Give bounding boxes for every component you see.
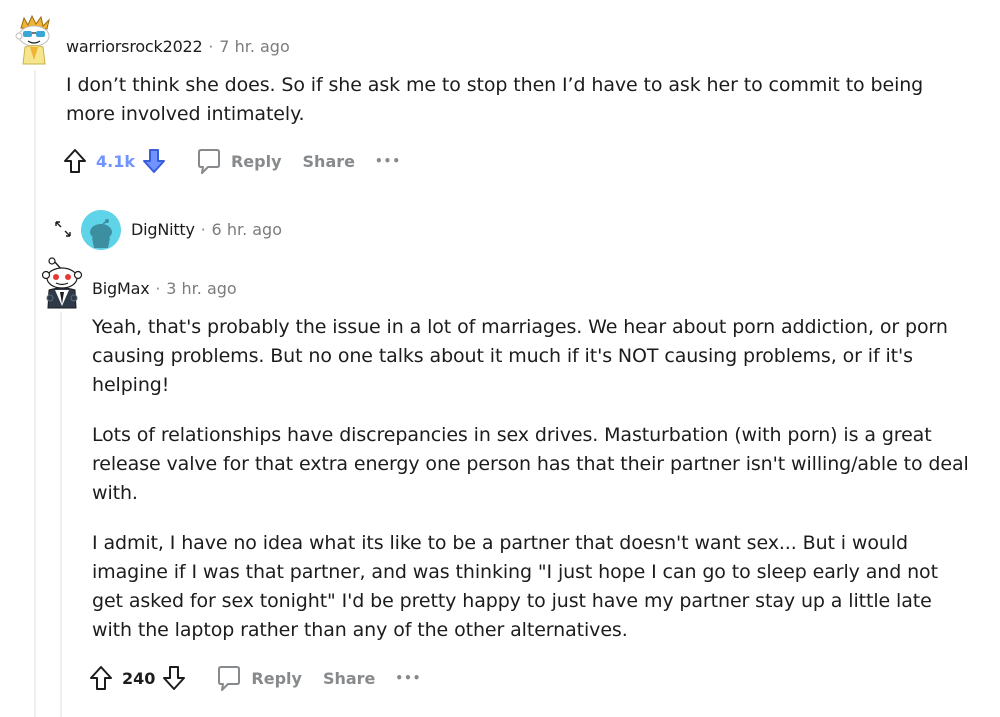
snoo-avatar-icon	[41, 257, 83, 309]
more-options-icon[interactable]: •••	[395, 671, 421, 685]
comment-actions: 4.1k Reply Share •••	[62, 146, 401, 176]
snoo-avatar-icon	[15, 14, 50, 65]
comment-bubble-icon	[218, 666, 241, 691]
avatar[interactable]	[40, 256, 84, 310]
downvote-button[interactable]	[161, 664, 187, 692]
reply-button[interactable]: Reply	[195, 147, 282, 175]
comment-paragraph: I don’t think she does. So if she ask me…	[66, 74, 924, 125]
upvote-button[interactable]	[88, 664, 114, 692]
comment-paragraph: Yeah, that's probably the issue in a lot…	[92, 316, 948, 396]
expand-thread-button[interactable]	[52, 218, 74, 240]
separator-dot: ·	[208, 37, 214, 56]
expand-arrows-icon	[55, 221, 71, 237]
thread-line-root[interactable]	[34, 70, 36, 717]
reply-button[interactable]: Reply	[215, 664, 302, 692]
username[interactable]: DigNitty	[131, 220, 195, 239]
downvote-arrow-icon	[142, 149, 165, 173]
downvote-arrow-icon	[163, 666, 186, 690]
timestamp[interactable]: 3 hr. ago	[166, 279, 236, 298]
comment-meta: DigNitty · 6 hr. ago	[131, 220, 282, 239]
comment-meta: warriorsrock2022 · 7 hr. ago	[66, 37, 290, 56]
avatar[interactable]	[12, 14, 58, 66]
comment-bubble-icon	[197, 149, 220, 174]
avatar[interactable]	[81, 210, 121, 250]
comment-paragraph: Lots of relationships have discrepancies…	[92, 424, 969, 504]
upvote-arrow-icon	[64, 149, 86, 173]
comment-body: Yeah, that's probably the issue in a lot…	[92, 313, 972, 645]
username[interactable]: BigMax	[92, 279, 150, 298]
separator-dot: ·	[200, 220, 206, 239]
upvote-arrow-icon	[90, 666, 112, 690]
vote-count: 240	[122, 668, 156, 688]
username[interactable]: warriorsrock2022	[66, 37, 203, 56]
default-snoo-icon	[81, 210, 121, 250]
vote-count: 4.1k	[96, 151, 135, 171]
downvote-button[interactable]	[141, 147, 167, 175]
separator-dot: ·	[155, 279, 161, 298]
comment-body: I don’t think she does. So if she ask me…	[66, 71, 966, 129]
comment-actions: 240 Reply Share •••	[88, 663, 421, 693]
timestamp[interactable]: 7 hr. ago	[219, 37, 289, 56]
comment-paragraph: I admit, I have no idea what its like to…	[92, 532, 938, 641]
reply-label: Reply	[251, 668, 302, 688]
share-button[interactable]: Share	[323, 669, 375, 688]
upvote-button[interactable]	[62, 147, 88, 175]
more-options-icon[interactable]: •••	[375, 154, 401, 168]
reply-label: Reply	[230, 151, 282, 171]
timestamp[interactable]: 6 hr. ago	[212, 220, 282, 239]
comment-meta: BigMax · 3 hr. ago	[92, 279, 237, 298]
thread-line-bigmax[interactable]	[60, 312, 62, 717]
share-button[interactable]: Share	[303, 152, 355, 171]
